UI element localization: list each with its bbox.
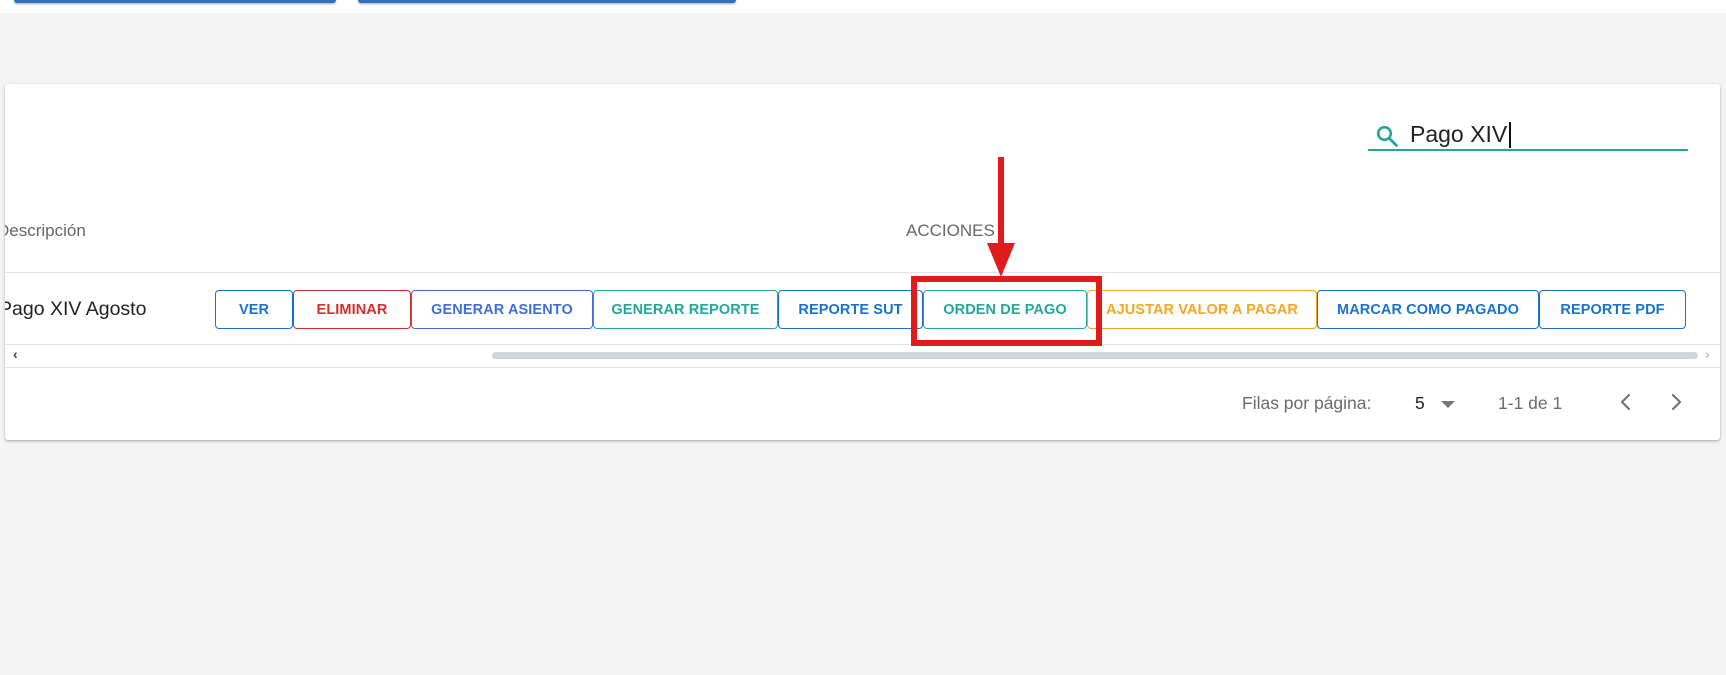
delete-button[interactable]: ELIMINAR	[293, 290, 411, 329]
chevron-left-icon[interactable]	[1612, 388, 1640, 416]
footer-divider	[5, 367, 1720, 368]
pagination-range: 1-1 de 1	[1498, 393, 1563, 413]
top-tab[interactable]	[358, 0, 736, 3]
scroll-right-arrow[interactable]: ›	[1705, 346, 1710, 362]
sut-report-button[interactable]: REPORTE SUT	[778, 290, 923, 329]
pdf-report-button[interactable]: REPORTE PDF	[1539, 290, 1686, 329]
chevron-right-icon[interactable]	[1662, 388, 1690, 416]
annotation-highlight-box	[911, 276, 1102, 346]
view-button[interactable]: VER	[215, 290, 293, 329]
text-caret	[1509, 122, 1511, 148]
search-field[interactable]	[1368, 119, 1688, 151]
generate-report-button[interactable]: GENERAR REPORTE	[593, 290, 778, 329]
adjust-amount-button[interactable]: AJUSTAR VALOR A PAGAR	[1087, 290, 1317, 329]
annotation-arrow	[987, 157, 1015, 277]
top-bar	[0, 0, 1726, 13]
rows-per-page-label: Filas por página:	[1242, 393, 1372, 413]
rows-per-page-select[interactable]: 5	[1409, 388, 1464, 416]
top-tab[interactable]	[14, 0, 336, 3]
table-cell-description: Pago XIV Agosto	[5, 298, 147, 320]
scroll-left-arrow[interactable]: ‹	[13, 346, 18, 362]
mark-as-paid-button[interactable]: MARCAR COMO PAGADO	[1317, 290, 1539, 329]
row-divider	[5, 344, 1720, 345]
column-header-actions: ACCIONES	[906, 221, 995, 240]
horizontal-scrollbar[interactable]	[492, 352, 1698, 359]
generate-entry-button[interactable]: GENERAR ASIENTO	[411, 290, 593, 329]
chevron-down-icon	[1441, 401, 1455, 408]
search-input[interactable]	[1410, 119, 1680, 149]
header-divider	[5, 272, 1720, 273]
table-card: Descripción ACCIONES Pago XIV Agosto VER…	[5, 84, 1720, 440]
column-header-description[interactable]: Descripción	[5, 221, 86, 241]
rows-per-page-value: 5	[1415, 393, 1425, 413]
search-icon	[1376, 125, 1398, 147]
